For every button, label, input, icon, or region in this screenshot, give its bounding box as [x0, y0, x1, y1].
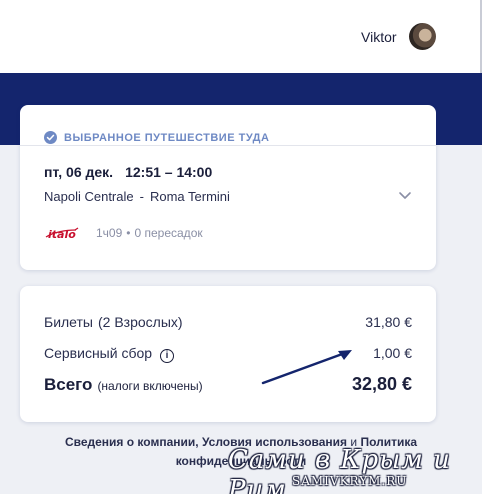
- trip-card-header: ВЫБРАННОЕ ПУТЕШЕСТВИЕ ТУДА: [44, 131, 269, 144]
- trip-transfers: 0 пересадок: [134, 226, 203, 240]
- service-fee-label: Сервисный сбор: [44, 345, 153, 361]
- selected-trip-card: ВЫБРАННОЕ ПУТЕШЕСТВИЕ ТУДА пт, 06 дек. 1…: [20, 105, 436, 270]
- service-fee-value: 1,00 €: [373, 345, 412, 361]
- trip-route: Napoli Centrale - Roma Termini: [44, 189, 230, 204]
- route-separator: -: [139, 189, 144, 204]
- check-circle-icon: [44, 131, 57, 144]
- info-icon[interactable]: i: [160, 349, 175, 363]
- italo-logo: italo: [45, 227, 79, 241]
- trip-heading: ВЫБРАННОЕ ПУТЕШЕСТВИЕ ТУДА: [64, 131, 270, 144]
- avatar[interactable]: [409, 23, 436, 50]
- watermark-url: SAMIVKRYM.RU: [292, 474, 408, 488]
- trip-operator-row: italo 1ч09 • 0 пересадок: [44, 225, 203, 241]
- trip-duration: 1ч09: [96, 226, 123, 240]
- divider: [20, 145, 436, 146]
- tickets-qualifier: (2 Взрослых): [97, 314, 183, 330]
- price-summary-card: Билеты (2 Взрослых) 31,80 € Сервисный сб…: [20, 286, 436, 422]
- user-name[interactable]: Viktor: [361, 29, 397, 45]
- chevron-down-icon[interactable]: [397, 189, 413, 201]
- tickets-label: Билеты: [44, 314, 93, 330]
- origin-station: Napoli Centrale: [44, 189, 134, 204]
- total-note: (налоги включены): [97, 379, 203, 393]
- trip-time: 12:51 – 14:00: [125, 164, 213, 180]
- footer-separator: ,: [195, 435, 199, 449]
- svg-text:italo: italo: [48, 228, 76, 241]
- total-label: Всего: [44, 375, 93, 394]
- annotation-arrow: [261, 350, 352, 385]
- trip-date: пт, 06 дек.: [44, 164, 114, 180]
- top-bar: Viktor: [0, 0, 482, 73]
- bullet-separator: •: [126, 226, 131, 240]
- tickets-row: Билеты (2 Взрослых) 31,80 €: [44, 314, 412, 330]
- company-info-link[interactable]: Сведения о компании: [65, 435, 195, 449]
- trip-date-time: пт, 06 дек. 12:51 – 14:00: [44, 164, 212, 180]
- trip-info: 1ч09 • 0 пересадок: [96, 226, 203, 240]
- destination-station: Roma Termini: [149, 189, 230, 204]
- tickets-value: 31,80 €: [365, 314, 412, 330]
